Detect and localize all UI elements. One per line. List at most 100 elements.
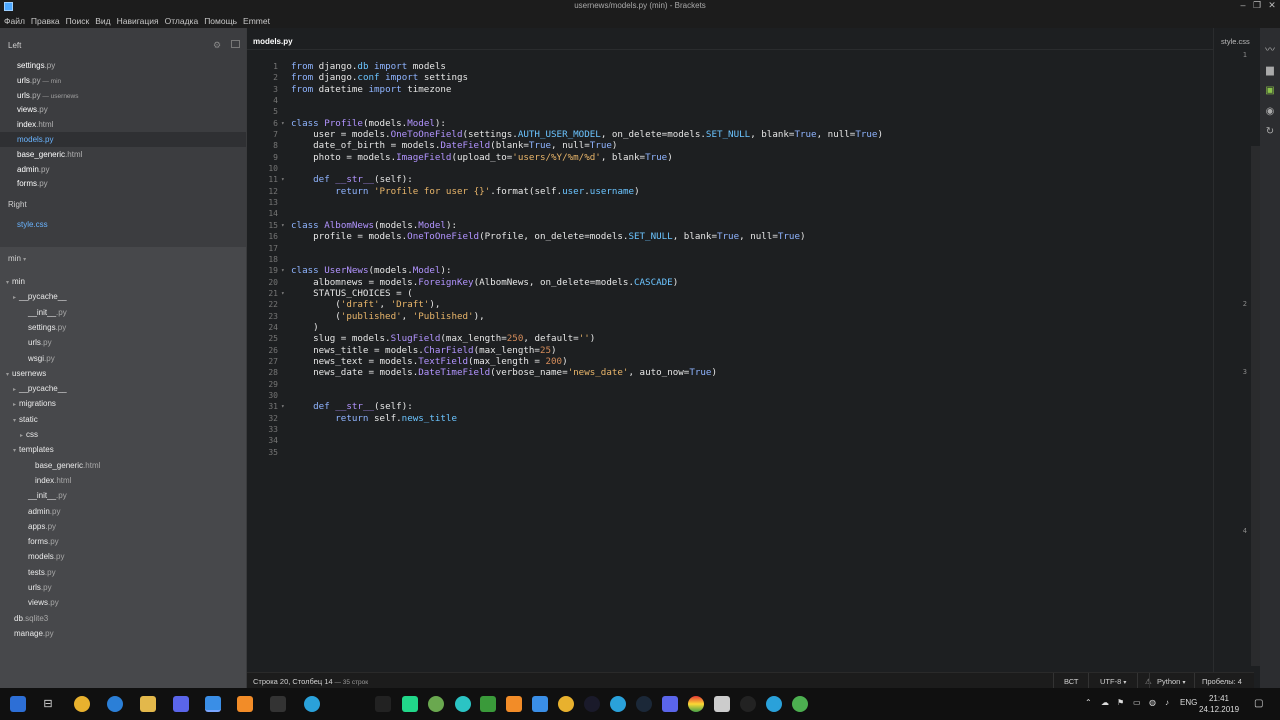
code-line[interactable]: 28 news_date = models.DateTimeField(verb… [247, 367, 1254, 378]
code-line[interactable]: 18 [247, 254, 1254, 265]
tree-file[interactable]: tests.py [0, 565, 246, 580]
fold-toggle-icon[interactable]: ▾ [281, 174, 285, 185]
tree-file[interactable]: wsgi.py [0, 351, 246, 366]
code-line[interactable]: 4 [247, 95, 1254, 106]
extension-icon[interactable]: ▣ [1264, 85, 1276, 96]
chevron-down-icon[interactable]: ▾ [6, 280, 9, 286]
tree-folder[interactable]: ▸ css [0, 427, 246, 442]
tree-folder[interactable]: ▾ usernews [0, 366, 246, 381]
code-line[interactable]: 5 [247, 106, 1254, 117]
menu-item[interactable]: Вид [95, 16, 110, 26]
tree-file[interactable]: __init__.py [0, 305, 246, 320]
edge-icon[interactable] [107, 696, 123, 712]
tree-file[interactable]: urls.py [0, 580, 246, 595]
app-icon[interactable] [740, 696, 756, 712]
code-line[interactable]: 32 return self.news_title [247, 413, 1254, 424]
tray-icon[interactable]: ☁ [1101, 698, 1109, 707]
indent-setting[interactable]: Пробелы: 4 [1202, 677, 1242, 686]
code-line[interactable]: 1 from django.db import models [247, 61, 1254, 72]
maximize-button[interactable]: ❐ [1250, 0, 1264, 12]
working-file-item[interactable]: forms.py [0, 176, 246, 191]
app-icon[interactable] [714, 696, 730, 712]
chrome-icon[interactable] [74, 696, 90, 712]
working-file-item[interactable]: views.py [0, 102, 246, 117]
code-line[interactable]: 8 date_of_birth = models.DateField(blank… [247, 140, 1254, 151]
menu-item[interactable]: Помощь [204, 16, 237, 26]
chevron-down-icon[interactable]: ▾ [13, 448, 16, 454]
code-line[interactable]: 10 [247, 163, 1254, 174]
battery-icon[interactable]: ▭ [1133, 698, 1141, 707]
code-area[interactable]: 1 from django.db import models 2 from djang… [247, 61, 1254, 458]
brackets-icon[interactable] [532, 696, 548, 712]
project-label[interactable]: min ▾ [8, 254, 26, 263]
code-line[interactable]: 33 [247, 424, 1254, 435]
code-line[interactable]: 16 profile = models.OneToOneField(Profil… [247, 231, 1254, 242]
code-line[interactable]: 15 ▾ class AlbomNews(models.Model): [247, 220, 1254, 231]
code-line[interactable]: 3 from datetime import timezone [247, 84, 1254, 95]
chevron-right-icon[interactable]: ▸ [13, 402, 16, 408]
tree-folder[interactable]: ▾ min [0, 274, 246, 289]
telegram-icon[interactable] [304, 696, 320, 712]
editor[interactable]: models.py 1 from django.db import models 2… [247, 28, 1254, 688]
code-line[interactable]: 35 [247, 447, 1254, 458]
code-line[interactable]: 7 user = models.OneToOneField(settings.A… [247, 129, 1254, 140]
code-line[interactable]: 20 albomnews = models.ForeignKey(AlbomNe… [247, 277, 1254, 288]
app-icon[interactable] [766, 696, 782, 712]
right-editor-tab[interactable]: style.css [1221, 37, 1250, 46]
menu-item[interactable]: Emmet [243, 16, 270, 26]
code-line[interactable]: 6 ▾ class Profile(models.Model): [247, 118, 1254, 129]
insert-mode[interactable]: ВСТ [1064, 677, 1079, 686]
working-file-item[interactable]: base_generic.html [0, 147, 246, 162]
network-icon[interactable]: ◍ [1149, 698, 1156, 707]
code-line[interactable]: 17 [247, 243, 1254, 254]
volume-icon[interactable]: ♪ [1165, 698, 1169, 707]
code-line[interactable]: 25 slug = models.SlugField(max_length=25… [247, 333, 1254, 344]
pycharm-icon[interactable] [402, 696, 418, 712]
brackets-taskbar-icon[interactable] [205, 696, 221, 712]
fold-toggle-icon[interactable]: ▾ [281, 288, 285, 299]
steam-icon[interactable] [636, 696, 652, 712]
app-icon[interactable] [688, 696, 704, 712]
chevron-down-icon[interactable]: ▾ [6, 372, 9, 378]
code-line[interactable]: 30 [247, 390, 1254, 401]
code-line[interactable]: 34 [247, 435, 1254, 446]
app-icon[interactable] [792, 696, 808, 712]
live-preview-icon[interactable]: 〰 [1264, 45, 1276, 56]
menu-item[interactable]: Поиск [66, 16, 90, 26]
extension-manager-icon[interactable]: ▆ [1264, 65, 1276, 76]
chevron-right-icon[interactable]: ▸ [20, 433, 23, 439]
working-file-item[interactable]: settings.py [0, 58, 246, 73]
tray-icon[interactable]: ⚑ [1117, 698, 1124, 707]
scrollbar[interactable] [1251, 146, 1260, 666]
tree-file[interactable]: settings.py [0, 320, 246, 335]
fold-toggle-icon[interactable]: ▾ [281, 265, 285, 276]
fold-toggle-icon[interactable]: ▾ [281, 118, 285, 129]
tree-file[interactable]: models.py [0, 549, 246, 564]
tree-folder[interactable]: ▸ __pycache__ [0, 289, 246, 304]
task-view-icon[interactable]: ⊟ [40, 696, 56, 712]
tree-folder[interactable]: ▸ __pycache__ [0, 381, 246, 396]
input-language[interactable]: ENG [1180, 698, 1197, 707]
code-line[interactable]: 29 [247, 379, 1254, 390]
working-file-item[interactable]: models.py [0, 132, 246, 147]
code-line[interactable]: 12 return 'Profile for user {}'.format(s… [247, 186, 1254, 197]
terminal-icon[interactable] [270, 696, 286, 712]
telegram-icon[interactable] [610, 696, 626, 712]
tree-file[interactable]: apps.py [0, 519, 246, 534]
code-line[interactable]: 31 ▾ def __str__(self): [247, 401, 1254, 412]
powershell-icon[interactable] [375, 696, 391, 712]
sync-icon[interactable]: ↻ [1264, 126, 1276, 137]
notification-icon[interactable]: ▢ [1254, 698, 1263, 709]
folder-icon[interactable] [140, 696, 156, 712]
code-line[interactable]: 27 news_text = models.TextField(max_leng… [247, 356, 1254, 367]
code-line[interactable]: 21 ▾ STATUS_CHOICES = ( [247, 288, 1254, 299]
tree-file[interactable]: forms.py [0, 534, 246, 549]
code-line[interactable]: 24 ) [247, 322, 1254, 333]
chevron-right-icon[interactable]: ▸ [13, 387, 16, 393]
code-line[interactable]: 23 ('published', 'Published'), [247, 311, 1254, 322]
tree-file[interactable]: __init__.py [0, 488, 246, 503]
eye-icon[interactable]: ◉ [1264, 106, 1276, 117]
fold-toggle-icon[interactable]: ▾ [281, 401, 285, 412]
working-file-item[interactable]: admin.py [0, 162, 246, 177]
menu-item[interactable]: Отладка [165, 16, 199, 26]
